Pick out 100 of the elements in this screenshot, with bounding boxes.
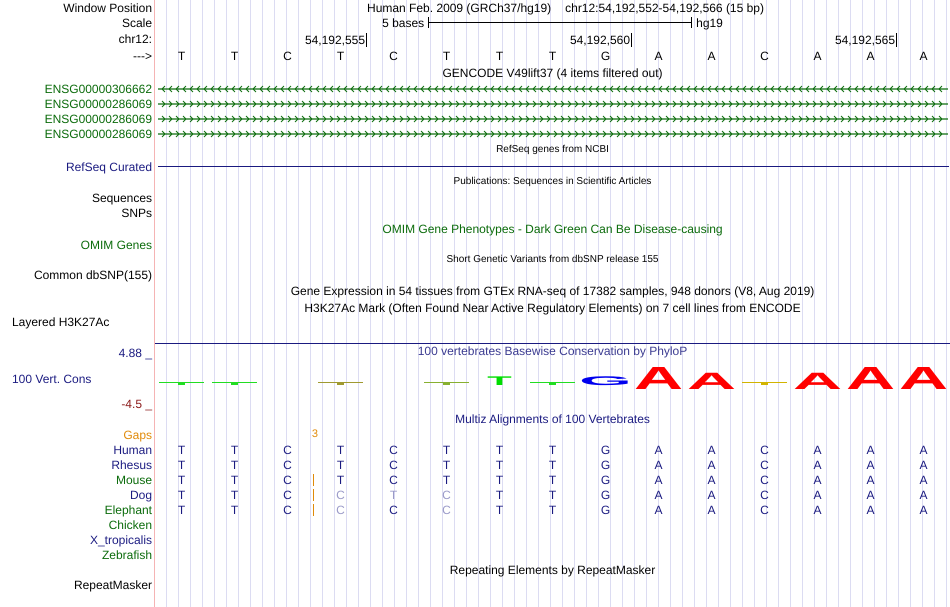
aligned-base: T [496, 472, 504, 486]
aligned-base: T [178, 442, 186, 456]
aligned-base: A [919, 442, 928, 456]
logo-letter: A [634, 360, 684, 396]
aligned-base: T [548, 502, 556, 516]
aligned-base: C [283, 458, 292, 472]
track-title: Multiz Alignments of 100 Vertebrates [455, 412, 650, 426]
aligned-base: A [654, 458, 662, 472]
aligned-base: A [919, 488, 928, 502]
aligned-base: G [600, 502, 610, 516]
track-label: Layered H3K27Ac [12, 315, 110, 329]
track-title: GENCODE V49lift37 (4 items filtered out) [442, 66, 663, 80]
aligned-base: C [760, 502, 769, 516]
aligned-base: T [230, 502, 238, 516]
aligned-base: A [813, 458, 822, 472]
aligned-base: C [760, 472, 769, 486]
base-letter: T [230, 49, 238, 63]
aligned-base: T [496, 458, 504, 472]
position-tick-label: 54,192,560 [570, 33, 632, 47]
aligned-base: C [283, 488, 292, 502]
aligned-base: T [230, 488, 238, 502]
logo-letter: A [846, 360, 896, 396]
aligned-base: G [600, 442, 610, 456]
aligned-base: A [866, 472, 874, 486]
track-label: Gaps [123, 428, 152, 442]
base-letter: C [389, 49, 398, 63]
aligned-base: C [283, 472, 292, 486]
base-letter: G [600, 49, 610, 63]
aligned-base: A [919, 458, 928, 472]
aligned-base: A [707, 458, 716, 472]
logo-letter: A [686, 368, 736, 394]
species-label: Rhesus [111, 458, 152, 472]
aligned-base: T [336, 442, 344, 456]
aligned-base: T [336, 472, 344, 486]
aligned-base: C [336, 488, 345, 502]
aligned-base: T [548, 472, 556, 486]
base-letter: A [707, 49, 716, 63]
base-letter: A [654, 49, 662, 63]
track-label: Window Position [63, 0, 152, 14]
aligned-base: T [178, 502, 186, 516]
aligned-base: C [760, 458, 769, 472]
species-label: X_tropicalis [90, 532, 152, 546]
logo-letter: A [898, 360, 948, 396]
aligned-base: A [707, 442, 716, 456]
aligned-base: C [336, 502, 345, 516]
aligned-base: T [548, 442, 556, 456]
aligned-base: T [178, 458, 186, 472]
gene-label: ENSG00000306662 [44, 82, 152, 96]
base-letter: A [919, 49, 928, 63]
logo-letter: T [487, 374, 512, 388]
position-tick-label: 54,192,565 [834, 33, 897, 47]
strand-label: ---> [133, 49, 152, 63]
aligned-base: A [813, 472, 822, 486]
aligned-base: T [442, 458, 450, 472]
aligned-base: T [496, 442, 504, 456]
aligned-base: T [442, 442, 450, 456]
aligned-base: T [230, 472, 238, 486]
aligned-base: A [866, 488, 874, 502]
track-label: 100 Vert. Cons [12, 372, 92, 386]
species-label: Zebrafish [102, 548, 152, 562]
aligned-base: A [919, 472, 928, 486]
aligned-base: G [600, 488, 610, 502]
track-label: Common dbSNP(155) [34, 268, 152, 282]
aligned-base: G [600, 472, 610, 486]
track-label: OMIM Genes [80, 238, 152, 252]
aligned-base: C [389, 442, 398, 456]
aligned-base: C [442, 488, 451, 502]
track-title: H3K27Ac Mark (Often Found Near Active Regulatory Elements) on 7 cell lines from ENCODE [304, 300, 801, 314]
aligned-base: C [760, 442, 769, 456]
axis-max-label: 4.88 _ [118, 346, 154, 360]
species-label: Mouse [116, 472, 152, 486]
scale-text: 5 bases [382, 16, 424, 30]
aligned-base: T [496, 488, 504, 502]
track-title: RefSeq genes from NCBI [496, 143, 609, 157]
aligned-base: A [654, 472, 662, 486]
aligned-base: T [230, 442, 238, 456]
gene-label: ENSG00000286069 [44, 96, 152, 110]
track-title: Gene Expression in 54 tissues from GTEx RNA-seq of 17382 samples, 948 donors (V8, Aug 2019) [290, 284, 814, 298]
base-letter: T [548, 49, 556, 63]
track-label: Sequences [92, 190, 152, 204]
base-letter: T [496, 49, 504, 63]
track-label: SNPs [121, 206, 152, 220]
assembly-title: Human Feb. 2009 (GRCh37/hg19) [367, 0, 552, 14]
logo-letter: A [792, 368, 842, 394]
aligned-base: T [442, 472, 450, 486]
aligned-base: C [389, 502, 398, 516]
track-label: RefSeq Curated [66, 160, 152, 174]
aligned-base: C [389, 472, 398, 486]
aligned-base: T [178, 472, 186, 486]
aligned-base: A [866, 442, 874, 456]
base-letter: C [283, 49, 292, 63]
aligned-base: T [336, 458, 344, 472]
gene-label: ENSG00000286069 [44, 126, 152, 140]
aligned-base: T [178, 488, 186, 502]
base-letter: T [336, 49, 344, 63]
scale-assembly: hg19 [696, 16, 723, 30]
track-label: Scale [122, 16, 152, 30]
aligned-base: A [813, 442, 822, 456]
aligned-base: A [919, 502, 928, 516]
aligned-base: C [389, 458, 398, 472]
